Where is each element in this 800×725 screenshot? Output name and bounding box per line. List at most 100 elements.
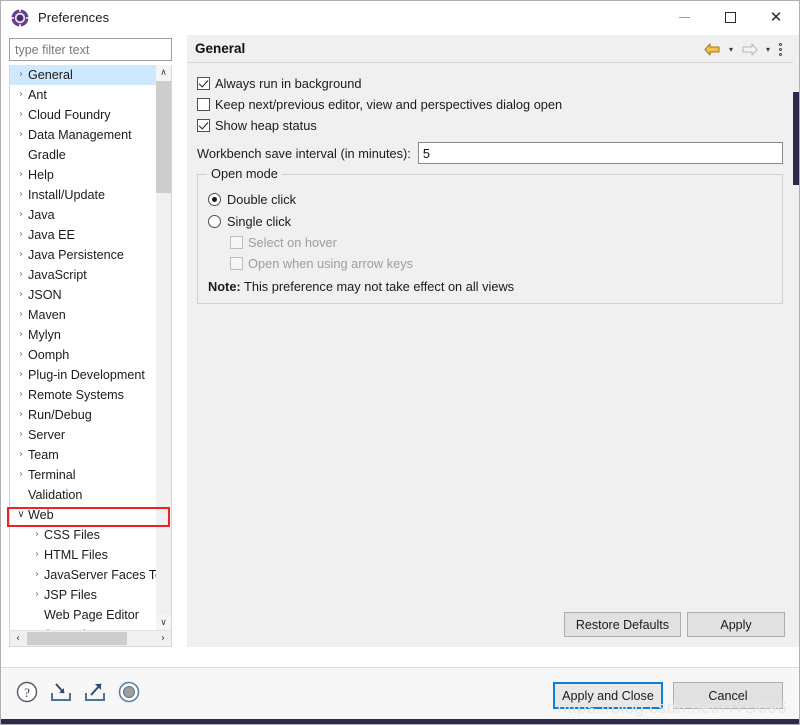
tree-horizontal-scrollbar[interactable]: ‹ › xyxy=(10,630,171,646)
chevron-right-icon[interactable]: › xyxy=(14,450,28,460)
chevron-right-icon[interactable]: › xyxy=(14,170,28,180)
chevron-right-icon[interactable]: › xyxy=(30,570,44,580)
chevron-right-icon[interactable]: › xyxy=(30,590,44,600)
tree-item-web-page-editor[interactable]: Web Page Editor xyxy=(10,605,158,625)
save-interval-label: Workbench save interval (in minutes): xyxy=(197,145,411,161)
chevron-right-icon[interactable]: › xyxy=(14,370,28,380)
checkbox-icon[interactable] xyxy=(197,119,210,132)
tree-item-java[interactable]: › Java xyxy=(10,205,158,225)
tree-item-css-files[interactable]: › CSS Files xyxy=(10,525,158,545)
tree-item-jsp-files[interactable]: › JSP Files xyxy=(10,585,158,605)
chevron-right-icon[interactable]: › xyxy=(14,90,28,100)
chevron-right-icon[interactable]: › xyxy=(14,110,28,120)
tree-item-help[interactable]: › Help xyxy=(10,165,158,185)
chevron-right-icon[interactable]: › xyxy=(14,130,28,140)
export-preferences-icon[interactable] xyxy=(83,680,107,704)
radio-label: Double click xyxy=(227,191,296,207)
checkbox-label: Open when using arrow keys xyxy=(248,256,414,271)
view-menu-icon[interactable] xyxy=(776,42,789,56)
chevron-right-icon[interactable]: › xyxy=(14,330,28,340)
search-input[interactable] xyxy=(9,38,172,61)
chevron-right-icon[interactable]: › xyxy=(14,190,28,200)
chevron-right-icon[interactable]: › xyxy=(14,290,28,300)
chevron-right-icon[interactable]: › xyxy=(30,550,44,560)
radio-row[interactable]: Double click xyxy=(208,188,772,210)
save-interval-input[interactable] xyxy=(417,142,783,164)
tree-vertical-scrollbar[interactable]: ∧ ∨ xyxy=(156,65,171,631)
tree-item-plug-in-development[interactable]: › Plug-in Development xyxy=(10,365,158,385)
tree-item-server[interactable]: › Server xyxy=(10,425,158,445)
preference-tree[interactable]: › General › Ant › Cloud Foundry › Data Manageme… xyxy=(10,65,158,631)
tree-item-java-ee[interactable]: › Java EE xyxy=(10,225,158,245)
tree-item-label: JSP Files xyxy=(44,588,97,602)
radio-icon[interactable] xyxy=(208,214,221,228)
tree-item-mylyn[interactable]: › Mylyn xyxy=(10,325,158,345)
checkbox-row[interactable]: Keep next/previous editor, view and pers… xyxy=(197,94,783,115)
help-icon[interactable]: ? xyxy=(15,680,39,704)
tree-item-gradle[interactable]: Gradle xyxy=(10,145,158,165)
tree-item-web[interactable]: ∨ Web xyxy=(10,505,158,525)
chevron-right-icon[interactable]: › xyxy=(30,530,44,540)
footer-accent-line xyxy=(1,719,799,724)
scroll-down-arrow-icon[interactable]: ∨ xyxy=(156,615,171,631)
tree-item-data-management[interactable]: › Data Management xyxy=(10,125,158,145)
tree-item-maven[interactable]: › Maven xyxy=(10,305,158,325)
tree-item-ant[interactable]: › Ant xyxy=(10,85,158,105)
scroll-up-arrow-icon[interactable]: ∧ xyxy=(156,65,171,81)
scroll-right-arrow-icon[interactable]: › xyxy=(155,631,171,646)
record-icon[interactable] xyxy=(117,680,141,704)
chevron-down-icon[interactable]: ∨ xyxy=(14,510,28,520)
chevron-right-icon[interactable]: › xyxy=(14,390,28,400)
checkbox-icon xyxy=(230,257,243,270)
maximize-button[interactable] xyxy=(707,1,753,34)
footer-icons: ? xyxy=(15,680,141,704)
back-arrow-icon[interactable] xyxy=(702,35,723,63)
tree-item-remote-systems[interactable]: › Remote Systems xyxy=(10,385,158,405)
tree-item-java-persistence[interactable]: › Java Persistence xyxy=(10,245,158,265)
content-toolbar: ▾ ▾ xyxy=(702,35,789,63)
radio-row[interactable]: Single click xyxy=(208,210,772,232)
restore-defaults-button[interactable]: Restore Defaults xyxy=(563,612,681,637)
tree-item-validation[interactable]: Validation xyxy=(10,485,158,505)
tree-item-html-files[interactable]: › HTML Files xyxy=(10,545,158,565)
checkbox-row[interactable]: Show heap status xyxy=(197,115,783,136)
close-icon[interactable]: ✕ xyxy=(753,1,799,34)
tree-item-install-update[interactable]: › Install/Update xyxy=(10,185,158,205)
back-dropdown-caret-icon[interactable]: ▾ xyxy=(725,45,737,54)
chevron-right-icon[interactable]: › xyxy=(14,310,28,320)
chevron-right-icon[interactable]: › xyxy=(14,410,28,420)
tree-item-terminal[interactable]: › Terminal xyxy=(10,465,158,485)
chevron-right-icon[interactable]: › xyxy=(14,350,28,360)
forward-dropdown-caret-icon[interactable]: ▾ xyxy=(762,45,774,54)
chevron-right-icon[interactable]: › xyxy=(14,70,28,80)
tree-item-cloud-foundry[interactable]: › Cloud Foundry xyxy=(10,105,158,125)
radio-label: Single click xyxy=(227,213,292,229)
chevron-right-icon[interactable]: › xyxy=(14,270,28,280)
tree-item-json[interactable]: › JSON xyxy=(10,285,158,305)
tree-item-team[interactable]: › Team xyxy=(10,445,158,465)
chevron-right-icon[interactable]: › xyxy=(14,250,28,260)
tree-item-run-debug[interactable]: › Run/Debug xyxy=(10,405,158,425)
tree-item-javaserver-faces-to[interactable]: › JavaServer Faces To xyxy=(10,565,158,585)
forward-arrow-icon[interactable] xyxy=(739,35,760,63)
chevron-right-icon[interactable]: › xyxy=(14,210,28,220)
tree-item-label: Maven xyxy=(28,308,66,322)
chevron-right-icon[interactable]: › xyxy=(14,470,28,480)
import-preferences-icon[interactable] xyxy=(49,680,73,704)
tree-hscroll-thumb[interactable] xyxy=(27,632,127,645)
checkbox-icon[interactable] xyxy=(197,98,210,111)
chevron-right-icon[interactable]: › xyxy=(14,430,28,440)
checkbox-row[interactable]: Always run in background xyxy=(197,73,783,94)
tree-item-label: Oomph xyxy=(28,348,70,362)
preference-tree-panel: › General › Ant › Cloud Foundry › Data Manageme… xyxy=(9,65,172,647)
tree-item-general[interactable]: › General xyxy=(10,65,158,85)
tree-vscroll-thumb[interactable] xyxy=(156,81,171,193)
radio-icon[interactable] xyxy=(208,192,221,206)
minimize-button[interactable] xyxy=(661,1,707,34)
tree-item-oomph[interactable]: › Oomph xyxy=(10,345,158,365)
chevron-right-icon[interactable]: › xyxy=(14,230,28,240)
tree-item-javascript[interactable]: › JavaScript xyxy=(10,265,158,285)
apply-button[interactable]: Apply xyxy=(687,612,785,637)
checkbox-icon[interactable] xyxy=(197,77,210,90)
scroll-left-arrow-icon[interactable]: ‹ xyxy=(10,631,26,646)
